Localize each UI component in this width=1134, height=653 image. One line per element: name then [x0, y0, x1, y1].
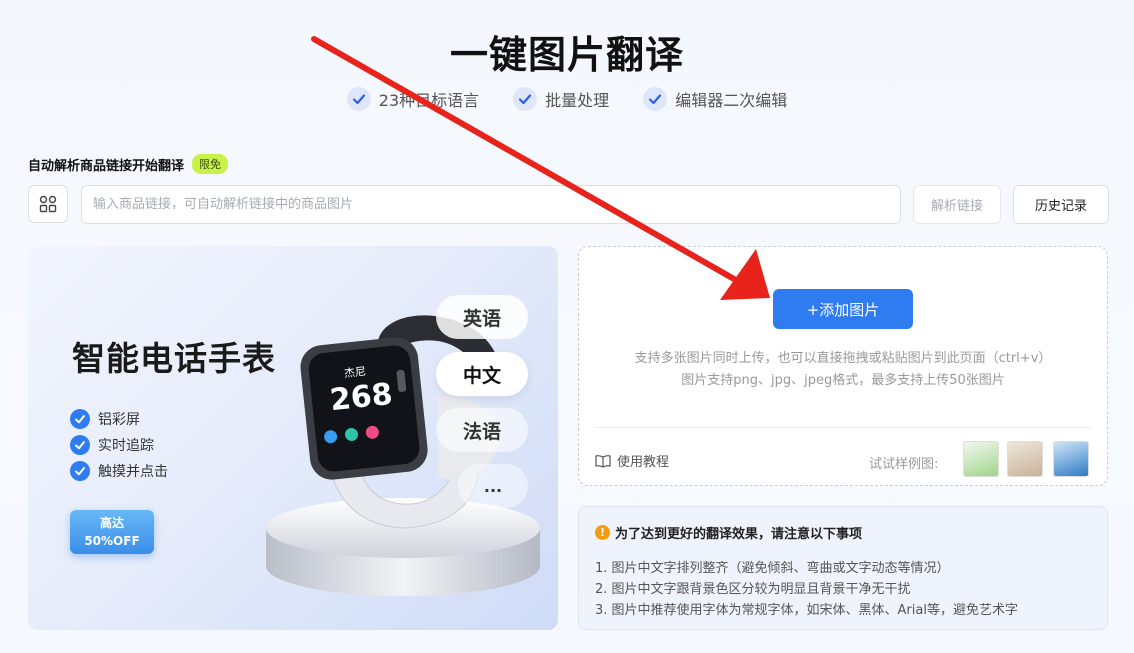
link-section-title: 自动解析商品链接开始翻译	[28, 158, 185, 174]
product-link-input[interactable]	[81, 185, 901, 224]
message-app-icon	[344, 427, 359, 442]
feature-item: 批量处理	[513, 87, 609, 111]
upload-format-tip: 图片支持png、jpg、jpeg格式，最多支持上传50张图片	[681, 373, 1005, 388]
check-circle-icon	[513, 87, 538, 111]
apps-grid-button[interactable]	[28, 185, 68, 223]
sample-thumbnail[interactable]	[1053, 441, 1089, 477]
book-icon	[595, 454, 611, 468]
notice-item: 3. 图片中推荐使用字体为常规字体，如宋体、黑体、Arial等，避免艺术字	[595, 603, 1018, 618]
history-button[interactable]: 历史记录	[1013, 185, 1109, 224]
divider	[595, 427, 1091, 428]
language-pill-english: 英语	[436, 295, 528, 339]
health-app-icon	[365, 425, 380, 440]
check-circle-icon	[643, 87, 668, 111]
sample-banner: 智能电话手表 铝彩屏 实时追踪 触摸并点击 高达 50%OFF 杰尼 268 英…	[28, 246, 558, 630]
watch-face-number: 268	[328, 376, 395, 419]
free-badge: 限免	[192, 154, 229, 174]
notice-title: ! 为了达到更好的翻译效果，请注意以下事项	[595, 523, 862, 542]
link-section-label: 自动解析商品链接开始翻译 限免	[28, 154, 229, 174]
feature-label: 批量处理	[545, 91, 610, 110]
samples-label: 试试样例图:	[869, 457, 939, 472]
tutorial-label: 使用教程	[617, 455, 670, 470]
feature-item: 编辑器二次编辑	[643, 87, 787, 111]
notice-item: 2. 图片中文字跟背景色区分较为明显且背景干净无干扰	[595, 582, 911, 597]
notice-title-text: 为了达到更好的翻译效果，请注意以下事项	[615, 527, 863, 542]
add-image-button[interactable]: +添加图片	[773, 289, 913, 329]
sample-thumbnail[interactable]	[963, 441, 999, 477]
language-pill-french: 法语	[436, 408, 528, 452]
notice-panel: ! 为了达到更好的翻译效果，请注意以下事项 1. 图片中文字排列整齐（避免倾斜、…	[578, 506, 1108, 630]
sample-thumbnail[interactable]	[1007, 441, 1043, 477]
feature-item: 23种目标语言	[346, 87, 480, 111]
parse-link-button[interactable]: 解析链接	[913, 185, 1001, 224]
language-pill-more: ...	[458, 464, 528, 508]
grid-icon	[39, 195, 57, 213]
upload-tip: 支持多张图片同时上传，也可以直接拖拽或粘贴图片到此页面（ctrl+v）	[634, 351, 1052, 366]
feature-label: 编辑器二次编辑	[675, 91, 788, 110]
watch-face-name: 杰尼	[343, 364, 367, 381]
upload-dropzone[interactable]: +添加图片 支持多张图片同时上传，也可以直接拖拽或粘贴图片到此页面（ctrl+v…	[578, 246, 1108, 486]
tutorial-link[interactable]: 使用教程	[595, 451, 669, 470]
notice-item: 1. 图片中文字排列整齐（避免倾斜、弯曲或文字动态等情况）	[595, 561, 950, 576]
language-pill-chinese: 中文	[436, 352, 528, 396]
phone-app-icon	[323, 429, 338, 444]
warning-icon: !	[595, 525, 610, 540]
check-circle-icon	[346, 87, 371, 111]
feature-list: 23种目标语言 批量处理 编辑器二次编辑	[0, 87, 1134, 111]
page-title: 一键图片翻译	[449, 33, 684, 77]
feature-label: 23种目标语言	[378, 91, 480, 110]
